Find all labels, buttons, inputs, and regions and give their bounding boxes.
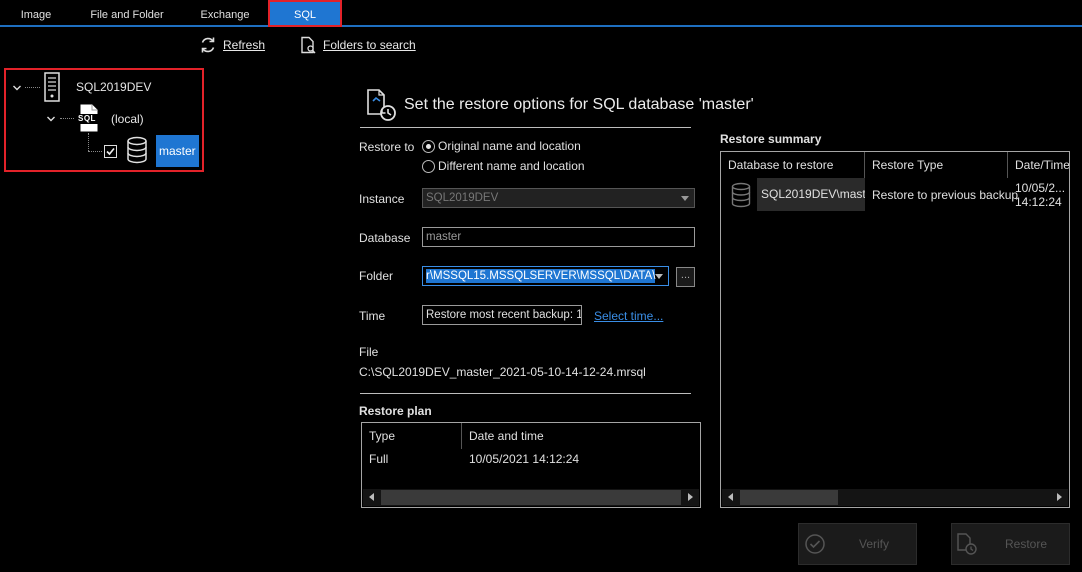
page-title: Set the restore options for SQL database… [404, 96, 754, 113]
restore-options-icon [366, 88, 400, 122]
instance-select-value: SQL2019DEV [426, 192, 499, 204]
folder-label: Folder [359, 269, 394, 283]
radio-original-location[interactable]: Original name and location [422, 139, 581, 153]
tab-bar: Image File and Folder Exchange SQL [0, 0, 1082, 27]
chevron-down-icon[interactable] [12, 82, 22, 92]
server-icon [44, 72, 60, 102]
restore-plan-table: Type Date and time Full 10/05/2021 14:12… [361, 422, 701, 508]
summary-col-database[interactable]: Database to restore [721, 152, 865, 178]
arrow-right-icon[interactable] [1057, 493, 1062, 501]
plan-col-datetime[interactable]: Date and time [462, 423, 700, 449]
tab-sql[interactable]: SQL [268, 0, 342, 27]
browse-folder-button[interactable]: ... [676, 267, 695, 287]
database-label: Database [359, 231, 411, 245]
chevron-down-icon [655, 274, 663, 279]
file-label: File [359, 345, 379, 359]
summary-row-date: 10/05/2... [1015, 181, 1066, 195]
tree-instance-label[interactable]: (local) [111, 112, 144, 126]
folder-search-icon [301, 36, 316, 54]
select-time-link[interactable]: Select time... [594, 309, 663, 323]
folders-to-search-label: Folders to search [323, 38, 416, 52]
file-path: C:\SQL2019DEV_master_2021-05-10-14-12-24… [359, 365, 646, 379]
header-divider [360, 127, 691, 128]
restore-plan-title: Restore plan [359, 404, 432, 418]
arrow-right-icon[interactable] [688, 493, 693, 501]
restore-label: Restore [1005, 537, 1048, 551]
plan-col-type[interactable]: Type [362, 423, 462, 449]
radio-original-label: Original name and location [438, 139, 581, 153]
restore-button[interactable]: Restore [951, 523, 1070, 565]
tree-connector [60, 118, 74, 119]
restore-icon [957, 533, 977, 555]
checkmark-icon [106, 147, 115, 156]
scrollbar-thumb[interactable] [381, 490, 681, 505]
plan-row-type: Full [369, 452, 389, 466]
chevron-down-icon [681, 196, 689, 201]
database-input[interactable]: master [422, 227, 695, 247]
sql-instance-icon: SQL [76, 104, 102, 132]
radio-different-location[interactable]: Different name and location [422, 159, 585, 173]
summary-row-type: Restore to previous backup [872, 188, 1019, 202]
table-row[interactable]: SQL2019DEV\master Restore to previous ba… [721, 178, 1069, 212]
summary-col-type[interactable]: Restore Type [865, 152, 1008, 178]
folder-select[interactable]: r\MSSQL15.MSSQLSERVER\MSSQL\DATA\ [422, 266, 669, 286]
check-circle-icon [805, 534, 825, 554]
restore-summary-table: Database to restore Restore Type Date/Ti… [720, 151, 1070, 508]
time-input-value: Restore most recent backup: 10/ [426, 309, 582, 321]
plan-divider [360, 393, 691, 394]
refresh-button[interactable]: Refresh [199, 35, 265, 55]
database-input-value: master [426, 231, 462, 243]
summary-col-datetime[interactable]: Date/Time [1008, 152, 1069, 178]
arrow-left-icon[interactable] [728, 493, 733, 501]
folders-to-search-button[interactable]: Folders to search [299, 35, 416, 55]
verify-button[interactable]: Verify [798, 523, 917, 565]
chevron-down-icon[interactable] [46, 113, 56, 123]
table-row[interactable]: Full 10/05/2021 14:12:24 [362, 450, 700, 470]
tab-image[interactable]: Image [0, 0, 72, 27]
folder-select-value: r\MSSQL15.MSSQLSERVER\MSSQL\DATA\ [426, 269, 656, 283]
plan-row-datetime: 10/05/2021 14:12:24 [469, 452, 580, 466]
database-checkbox[interactable] [104, 145, 117, 158]
instance-label: Instance [359, 192, 405, 206]
sql-icon-text: SQL [78, 114, 96, 123]
radio-indicator [422, 159, 435, 173]
plan-horizontal-scrollbar[interactable] [363, 489, 699, 506]
radio-indicator [422, 139, 435, 153]
database-icon [126, 136, 148, 164]
verify-label: Verify [859, 537, 890, 551]
tab-exchange[interactable]: Exchange [186, 0, 264, 27]
scrollbar-thumb[interactable] [740, 490, 838, 505]
tree-server-label[interactable]: SQL2019DEV [76, 80, 151, 94]
radio-different-label: Different name and location [438, 159, 585, 173]
time-label: Time [359, 309, 386, 323]
summary-row-time: 14:12:24 [1015, 195, 1062, 209]
restore-to-label: Restore to [359, 140, 415, 154]
tree-connector [25, 87, 40, 88]
arrow-left-icon[interactable] [369, 493, 374, 501]
summary-row-database: SQL2019DEV\master [757, 178, 865, 211]
tree-database-master[interactable]: master [156, 135, 199, 167]
time-input[interactable]: Restore most recent backup: 10/ [422, 305, 582, 325]
refresh-icon [201, 37, 215, 53]
instance-select[interactable]: SQL2019DEV [422, 188, 695, 208]
refresh-label: Refresh [223, 38, 266, 52]
database-icon [731, 182, 751, 208]
tab-file-and-folder[interactable]: File and Folder [80, 0, 174, 27]
summary-horizontal-scrollbar[interactable] [722, 489, 1068, 506]
restore-summary-title: Restore summary [720, 132, 822, 146]
